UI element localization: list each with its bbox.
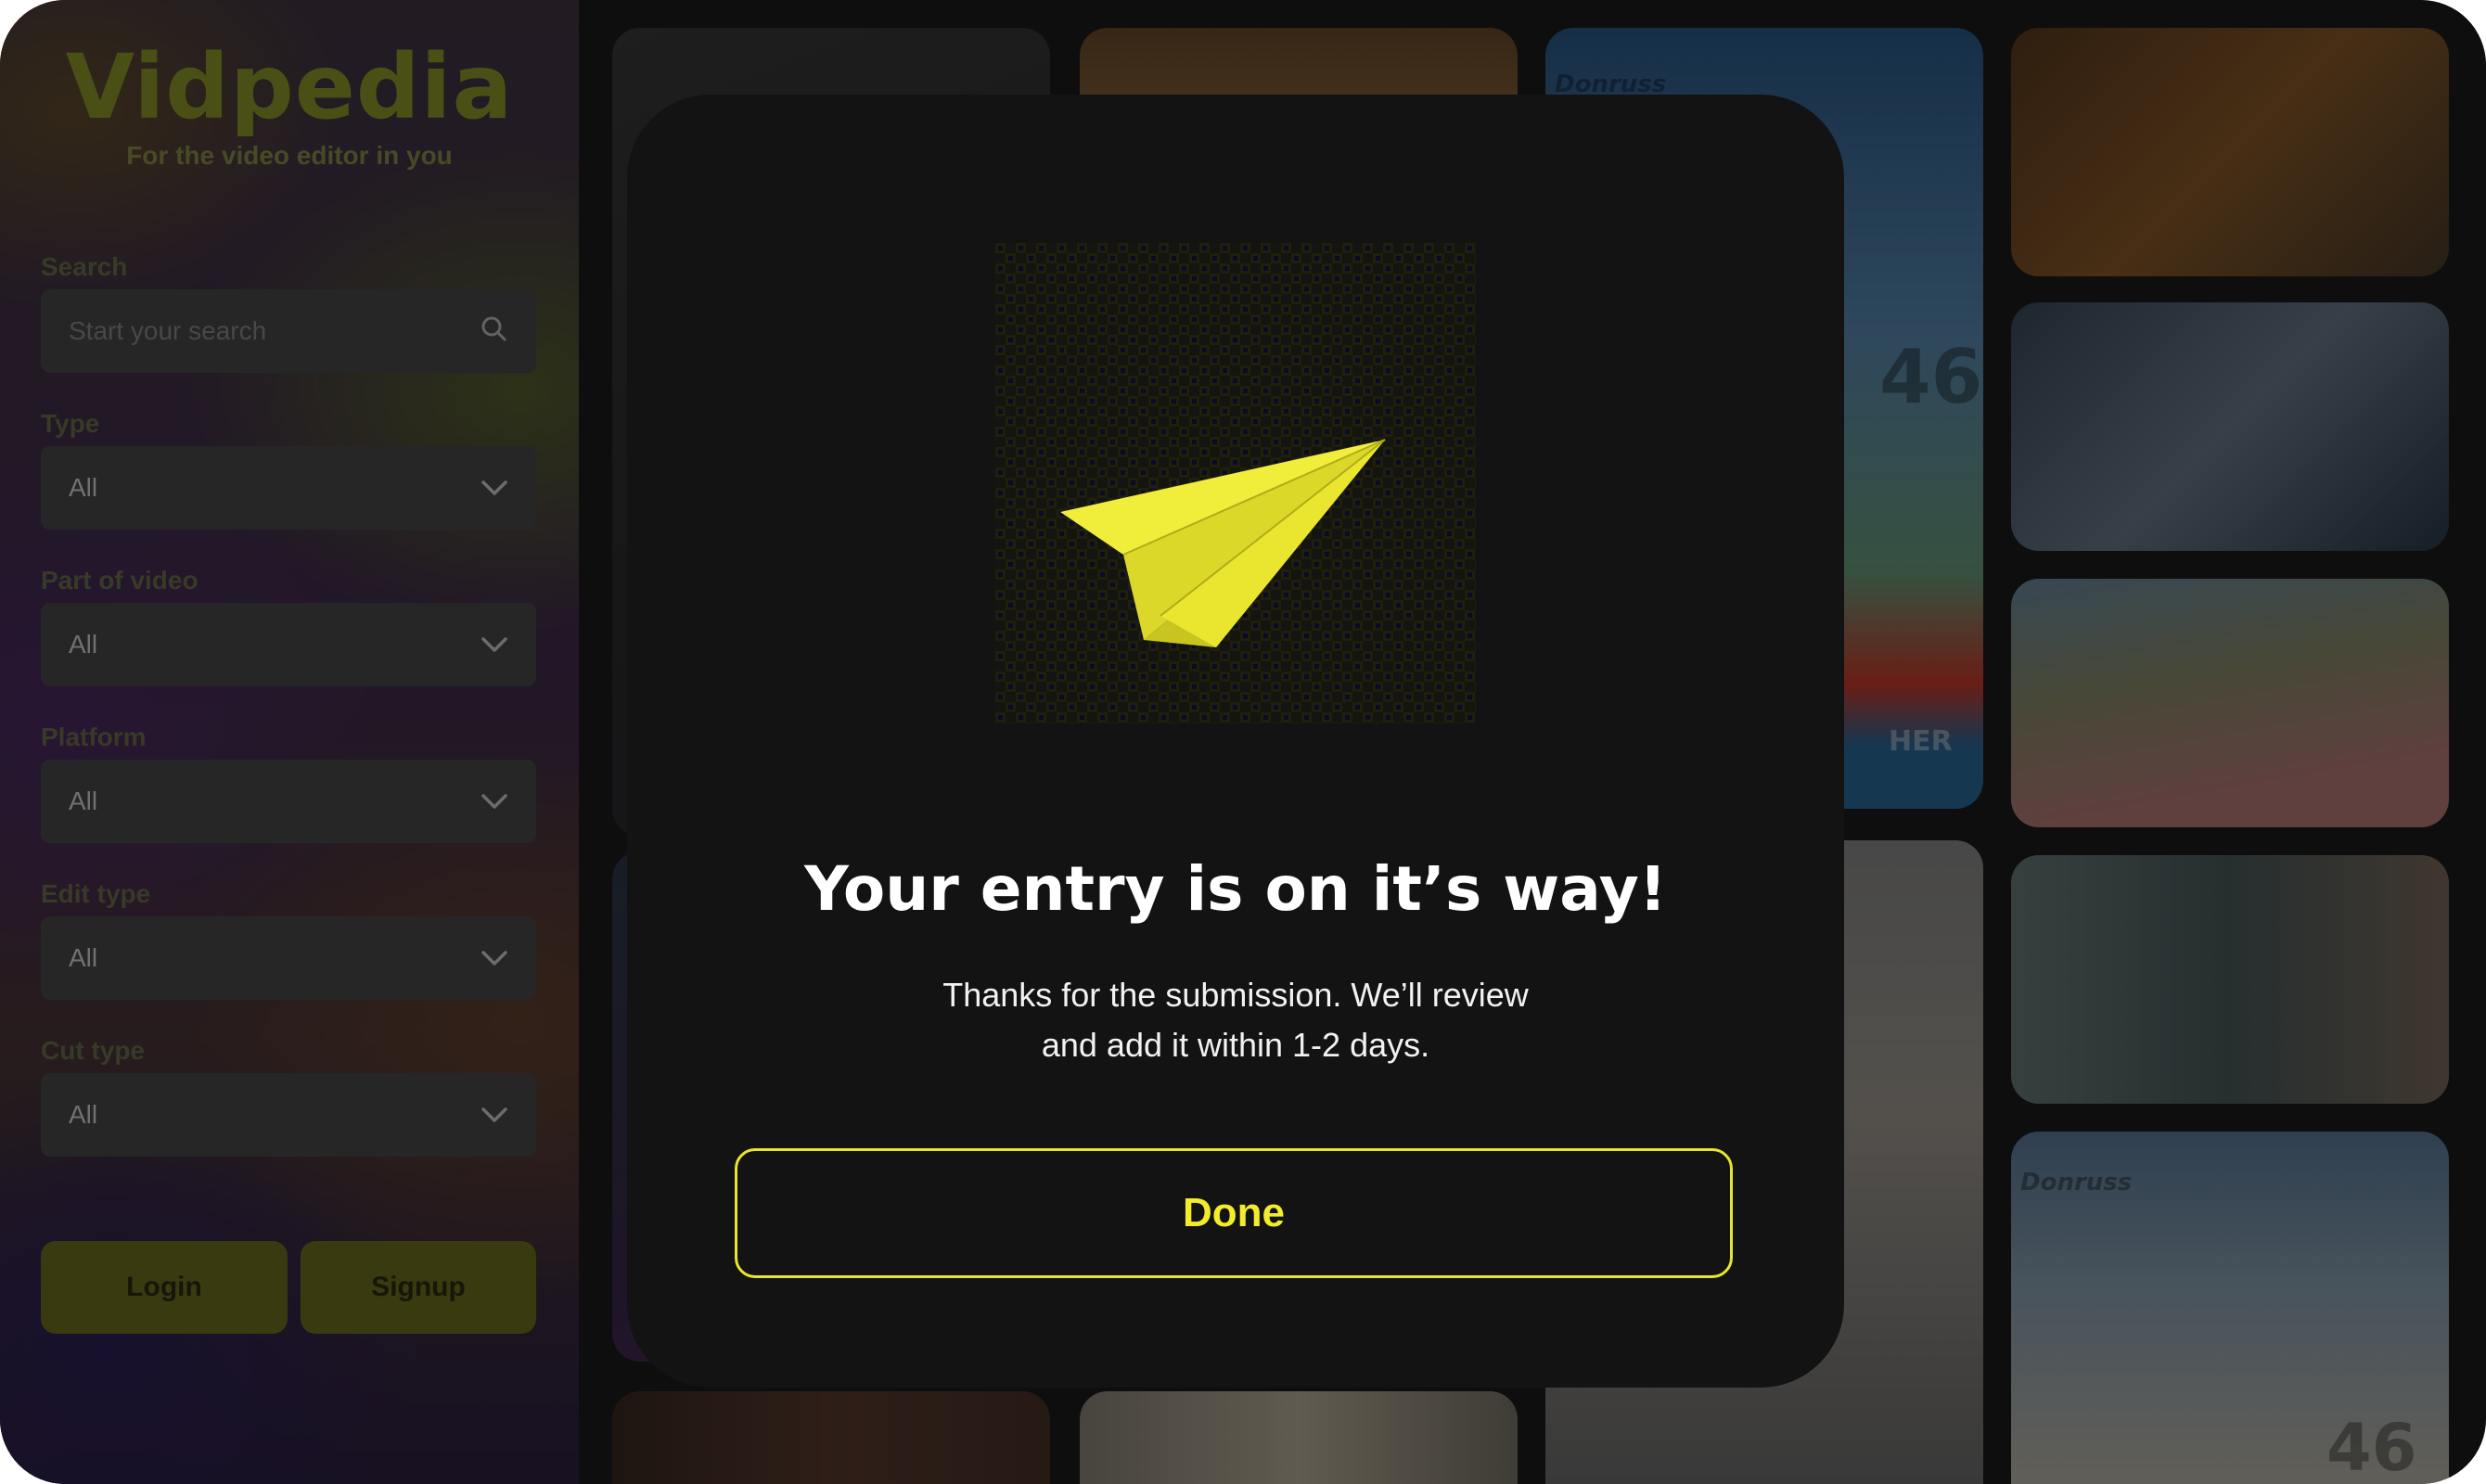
dialog-message-line: Thanks for the submission. We’ll review — [942, 976, 1529, 1014]
paper-plane-icon — [995, 243, 1476, 723]
dialog-title: Your entry is on it’s way! — [804, 853, 1667, 925]
app-window: Vidpedia For the video editor in you Sea… — [0, 0, 2486, 1484]
submission-success-dialog: Your entry is on it’s way! Thanks for th… — [627, 95, 1844, 1388]
dialog-message-line: and add it within 1-2 days. — [1041, 1026, 1430, 1064]
done-button[interactable]: Done — [735, 1148, 1733, 1278]
dialog-message: Thanks for the submission. We’ll review … — [855, 970, 1616, 1070]
